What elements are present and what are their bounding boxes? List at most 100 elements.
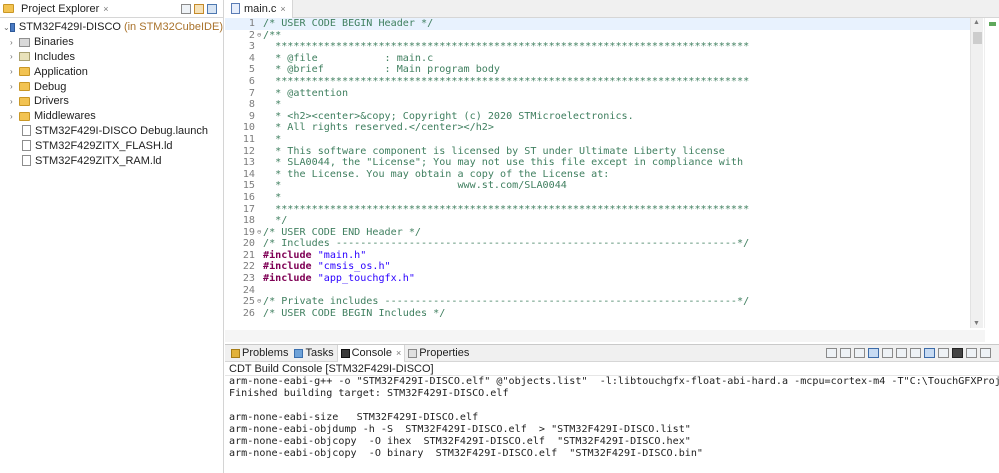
maximize-icon[interactable] bbox=[980, 348, 991, 358]
chevron-right-icon[interactable]: › bbox=[10, 112, 19, 121]
scrollbar-thumb[interactable] bbox=[973, 32, 982, 44]
tree-item-label: STM32F429ZITX_FLASH.ld bbox=[35, 139, 173, 152]
project-explorer-icon bbox=[3, 4, 14, 13]
code-line: 2 ⊖/** bbox=[225, 30, 970, 42]
chevron-right-icon[interactable]: › bbox=[10, 38, 19, 47]
remove-all-icon[interactable] bbox=[840, 348, 851, 358]
pin-console-icon[interactable] bbox=[924, 348, 935, 358]
tree-item-file[interactable]: STM32F429ZITX_RAM.ld bbox=[0, 153, 223, 168]
tree-item-folder[interactable]: › Debug bbox=[0, 79, 223, 94]
tree-item-folder[interactable]: › Binaries bbox=[0, 35, 223, 50]
scroll-lock-icon[interactable] bbox=[868, 348, 879, 358]
project-hint: (in STM32CubeIDE) bbox=[123, 21, 223, 34]
show-on-output-icon[interactable] bbox=[896, 348, 907, 358]
code-line: 4 * @file : main.c bbox=[225, 53, 970, 65]
line-number: 12 bbox=[242, 145, 255, 157]
tree-item-label: Drivers bbox=[34, 95, 69, 108]
console-output[interactable]: arm-none-eabi-g++ -o "STM32F429I-DISCO.e… bbox=[225, 376, 999, 473]
code-text: ****************************************… bbox=[263, 203, 750, 215]
tab-label: Properties bbox=[419, 347, 470, 359]
tree-item-label: Middlewares bbox=[34, 110, 96, 123]
close-icon[interactable]: × bbox=[280, 4, 285, 14]
properties-icon bbox=[408, 348, 418, 358]
console-toolbar bbox=[826, 348, 999, 358]
code-line: 26 /* USER CODE BEGIN Includes */ bbox=[225, 308, 970, 320]
file-icon bbox=[22, 140, 31, 152]
vertical-scrollbar[interactable]: ▲ ▼ bbox=[970, 18, 983, 328]
close-icon[interactable]: × bbox=[396, 348, 401, 358]
horizontal-scrollbar[interactable] bbox=[225, 330, 985, 342]
tab-label: Tasks bbox=[305, 347, 334, 359]
line-number: 26 bbox=[242, 307, 255, 319]
code-text: /* Private includes --------------------… bbox=[263, 296, 750, 308]
tree-item-project[interactable]: ⌄ STM32F429I-DISCO (in STM32CubeIDE) bbox=[0, 20, 223, 35]
code-line: 23 #include "app_touchgfx.h" bbox=[225, 273, 970, 285]
console-line: arm-none-eabi-g++ -o "STM32F429I-DISCO.e… bbox=[229, 376, 999, 387]
chevron-right-icon[interactable]: › bbox=[10, 67, 19, 76]
chevron-right-icon[interactable]: › bbox=[10, 82, 19, 91]
scroll-down-icon[interactable]: ▼ bbox=[973, 320, 980, 327]
tree-item-label: Application bbox=[34, 65, 88, 78]
code-line: 5 * @brief : Main program body bbox=[225, 64, 970, 76]
code-line: 11 * bbox=[225, 134, 970, 146]
tree-item-file[interactable]: STM32F429ZITX_FLASH.ld bbox=[0, 138, 223, 153]
show-on-error-icon[interactable] bbox=[910, 348, 921, 358]
tab-console[interactable]: Console × bbox=[336, 344, 406, 362]
line-number: 8 bbox=[248, 99, 255, 111]
close-icon[interactable]: × bbox=[103, 4, 108, 14]
code-text: * www.st.com/SLA0044 bbox=[263, 180, 567, 192]
tree-item-file[interactable]: STM32F429I-DISCO Debug.launch bbox=[0, 124, 223, 139]
scroll-up-icon[interactable]: ▲ bbox=[973, 19, 980, 26]
collapse-all-icon[interactable] bbox=[181, 3, 191, 14]
code-line: 10 * All rights reserved.</center></h2> bbox=[225, 122, 970, 134]
chevron-down-icon[interactable]: ⌄ bbox=[3, 23, 10, 32]
code-text: * @file : main.c bbox=[263, 52, 434, 64]
tree-item-folder[interactable]: › Middlewares bbox=[0, 109, 223, 124]
view-menu-icon[interactable] bbox=[207, 3, 217, 14]
code-string: "app_touchgfx.h" bbox=[317, 273, 415, 285]
tree-item-folder[interactable]: › Application bbox=[0, 64, 223, 79]
display-selected-console-icon[interactable] bbox=[938, 348, 949, 358]
code-line: 1 /* USER CODE BEGIN Header */ bbox=[225, 18, 970, 30]
line-number: 1 bbox=[248, 18, 255, 29]
chevron-right-icon[interactable]: › bbox=[10, 52, 19, 61]
line-number: 15 bbox=[242, 180, 255, 192]
tab-problems[interactable]: Problems bbox=[228, 345, 291, 362]
code-line: 21 #include "main.h" bbox=[225, 250, 970, 262]
console-line: arm-none-eabi-objcopy -O ihex STM32F429I… bbox=[229, 436, 691, 447]
chevron-right-icon[interactable]: › bbox=[10, 97, 19, 106]
terminate-icon[interactable] bbox=[826, 348, 837, 358]
clear-console-icon[interactable] bbox=[854, 348, 865, 358]
code-line: 7 * @attention bbox=[225, 88, 970, 100]
console-tabbar: Problems Tasks Console × Properties bbox=[225, 344, 999, 362]
line-number: 4 bbox=[248, 52, 255, 64]
code-line: 22 #include "cmsis_os.h" bbox=[225, 261, 970, 273]
tab-tasks[interactable]: Tasks bbox=[291, 345, 336, 362]
code-line: 16 * bbox=[225, 192, 970, 204]
minimize-icon[interactable] bbox=[966, 348, 977, 358]
code-string: "main.h" bbox=[317, 249, 367, 261]
code-text: * bbox=[263, 99, 282, 111]
code-keyword: #include bbox=[263, 273, 312, 285]
line-number: 10 bbox=[242, 122, 255, 134]
line-number: 24 bbox=[242, 284, 255, 296]
code-text: /* USER CODE BEGIN Includes */ bbox=[263, 307, 446, 319]
code-editor[interactable]: 1/* USER CODE BEGIN Header */2 ⊖/** 3 ****… bbox=[225, 18, 970, 328]
code-text: * @attention bbox=[263, 87, 349, 99]
tab-main-c[interactable]: main.c × bbox=[225, 0, 293, 18]
open-console-icon[interactable] bbox=[952, 348, 963, 358]
project-explorer-tab[interactable]: Project Explorer × bbox=[0, 0, 223, 18]
tree-item-folder[interactable]: › Includes bbox=[0, 50, 223, 65]
tasks-icon bbox=[294, 348, 304, 358]
code-line: 15 * www.st.com/SLA0044 bbox=[225, 180, 970, 192]
overview-ruler[interactable] bbox=[984, 18, 999, 328]
code-text: ****************************************… bbox=[263, 41, 750, 53]
link-editor-icon[interactable] bbox=[194, 3, 204, 14]
code-line: 8 * bbox=[225, 99, 970, 111]
tab-label: Problems bbox=[242, 347, 289, 359]
tab-properties[interactable]: Properties bbox=[405, 345, 472, 362]
tree-item-folder[interactable]: › Drivers bbox=[0, 94, 223, 109]
tree-item-label: STM32F429I-DISCO Debug.launch bbox=[35, 124, 209, 137]
word-wrap-icon[interactable] bbox=[882, 348, 893, 358]
console-icon bbox=[340, 348, 350, 358]
